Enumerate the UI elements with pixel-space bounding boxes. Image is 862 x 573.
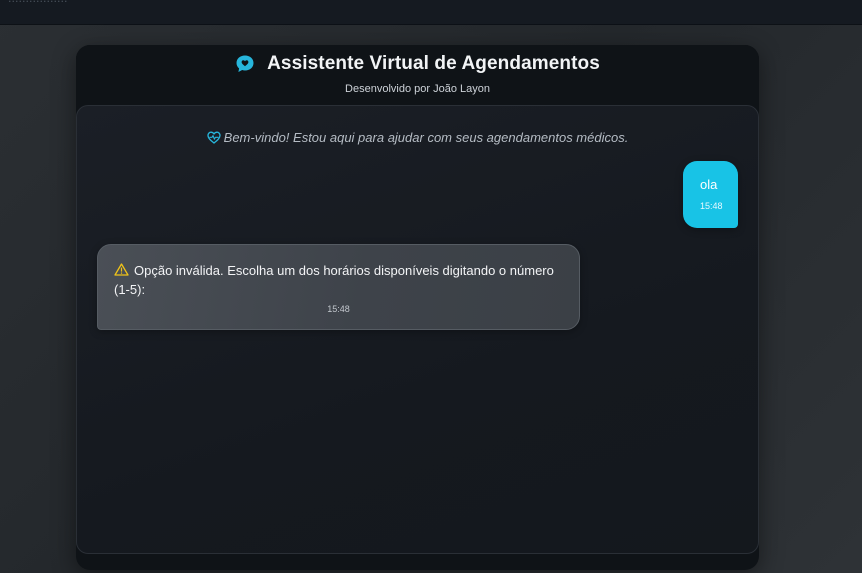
chat-bubble-heart-icon (235, 54, 255, 74)
warning-icon (114, 262, 129, 276)
bot-message-text: Opção inválida. Escolha um dos horários … (114, 263, 554, 297)
top-bar-faded-text: ................. (8, 0, 67, 5)
bot-message-bubble: Opção inválida. Escolha um dos horários … (97, 244, 580, 330)
user-message-time: 15:48 (700, 201, 723, 211)
welcome-text: Bem-vindo! Estou aqui para ajudar com se… (223, 130, 629, 145)
bot-message-body: Opção inválida. Escolha um dos horários … (114, 261, 564, 299)
welcome-message: Bem-vindo! Estou aqui para ajudar com se… (77, 130, 758, 145)
page-title: Assistente Virtual de Agendamentos (267, 53, 600, 74)
heart-pulse-icon (207, 131, 221, 144)
bot-message-time: 15:48 (327, 304, 350, 314)
header-title-row: Assistente Virtual de Agendamentos (76, 52, 759, 76)
user-message-bubble: ola 15:48 (683, 161, 738, 228)
header-subtitle: Desenvolvido por João Layon (345, 83, 490, 95)
chat-window: Assistente Virtual de Agendamentos Desen… (76, 45, 759, 570)
top-bar: ................. (0, 0, 862, 25)
user-message-text: ola (700, 177, 718, 192)
chat-messages-area[interactable]: Bem-vindo! Estou aqui para ajudar com se… (76, 105, 759, 554)
chat-header: Assistente Virtual de Agendamentos Desen… (76, 45, 759, 105)
